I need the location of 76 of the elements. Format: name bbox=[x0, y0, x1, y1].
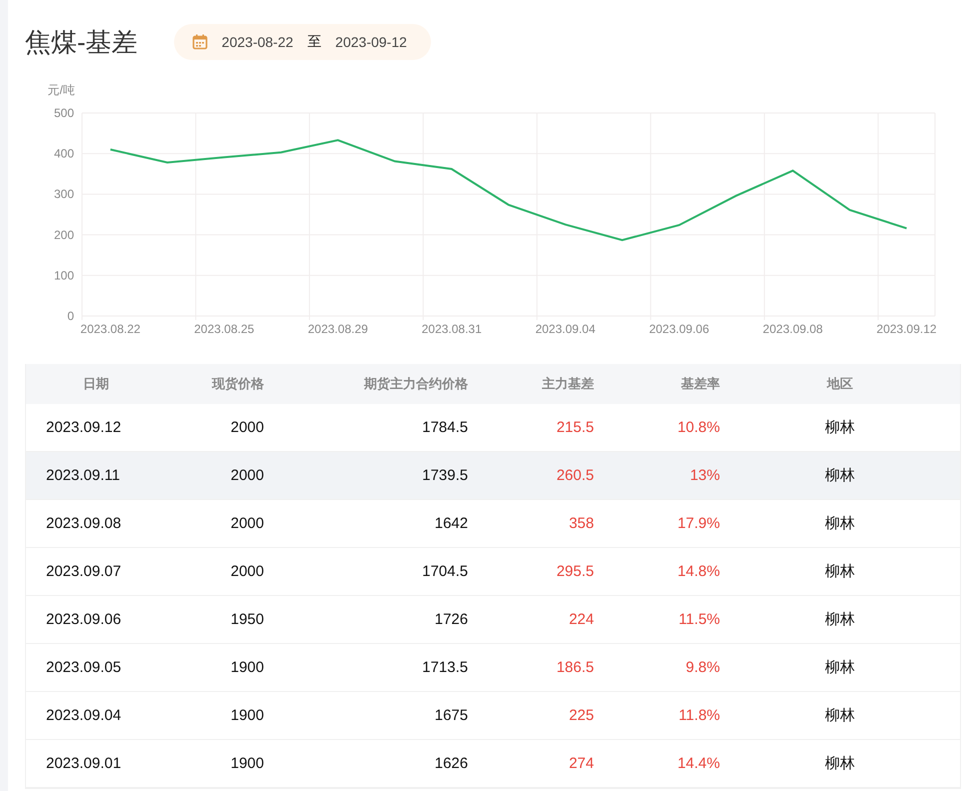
start-date: 2023-08-22 bbox=[222, 34, 294, 50]
table-cell-text: 13% bbox=[688, 467, 720, 484]
table-cell-text: 1642 bbox=[434, 515, 468, 532]
table-cell-text: 2023.09.06 bbox=[46, 611, 122, 628]
column-header: 基差率 bbox=[680, 375, 720, 393]
end-date: 2023-09-12 bbox=[335, 34, 407, 50]
table-cell-text: 186.5 bbox=[555, 659, 594, 676]
table-cell-text: 2023.09.08 bbox=[46, 515, 122, 532]
column-header: 日期 bbox=[82, 375, 110, 393]
x-tick-label: 2023.09.12 bbox=[876, 322, 937, 336]
x-tick-label: 2023.09.08 bbox=[762, 322, 823, 336]
calendar-icon bbox=[192, 34, 208, 50]
y-tick-label: 200 bbox=[54, 228, 74, 242]
table-cell-text: 1900 bbox=[230, 755, 264, 772]
y-tick-label: 0 bbox=[67, 309, 74, 323]
table-cell-text: 11.5% bbox=[678, 611, 720, 628]
table-cell-text: 柳林 bbox=[824, 658, 856, 677]
table-cell-text: 2000 bbox=[230, 467, 264, 484]
table-cell-text: 柳林 bbox=[824, 610, 856, 629]
table-cell-text: 2023.09.12 bbox=[46, 419, 122, 436]
table-cell-text: 14.8% bbox=[676, 563, 720, 580]
table-cell-text: 2023.09.04 bbox=[46, 707, 122, 724]
table-cell-text: 11.8% bbox=[678, 707, 720, 724]
table-cell-text: 柳林 bbox=[824, 754, 856, 773]
table-cell-text: 14.4% bbox=[676, 755, 720, 772]
x-tick-label: 2023.08.29 bbox=[308, 322, 368, 336]
table-cell-text: 1713.5 bbox=[421, 659, 468, 676]
column-header: 现货价格 bbox=[210, 375, 264, 393]
axis-unit: 元/吨 bbox=[48, 83, 75, 97]
table-cell-text: 2000 bbox=[230, 563, 264, 580]
y-tick-label: 400 bbox=[54, 146, 74, 161]
table-cell-text: 1726 bbox=[434, 611, 468, 628]
table-cell-text: 1626 bbox=[434, 755, 468, 772]
table-cell-text: 1900 bbox=[230, 707, 264, 724]
table-cell-text: 柳林 bbox=[824, 562, 856, 581]
table-cell-text: 10.8% bbox=[676, 419, 720, 436]
table-cell-text: 17.9% bbox=[676, 515, 720, 532]
date-range-picker[interactable]: 2023-08-22 至 2023-09-12 bbox=[174, 24, 431, 60]
page-title: 焦煤-基差 bbox=[25, 26, 138, 58]
column-header: 主力基差 bbox=[541, 375, 594, 393]
x-tick-label: 2023.09.06 bbox=[649, 322, 710, 336]
table-cell-text: 295.5 bbox=[555, 563, 594, 580]
table-row[interactable]: 2023.09.11 2000 1739.5 260.5 13% 柳林 bbox=[26, 452, 960, 500]
table-cell-text: 2000 bbox=[230, 419, 264, 436]
x-tick-label: 2023.09.04 bbox=[535, 322, 596, 336]
y-tick-label: 500 bbox=[54, 106, 74, 120]
y-tick-label: 100 bbox=[54, 268, 74, 282]
table-cell-text: 1950 bbox=[230, 611, 264, 628]
column-header: 期货主力合约价格 bbox=[363, 375, 468, 393]
x-tick-label: 2023.08.25 bbox=[194, 322, 254, 336]
table-cell-text: 2023.09.07 bbox=[46, 563, 122, 580]
table-cell-text: 2023.09.05 bbox=[46, 659, 122, 676]
table-cell-text: 柳林 bbox=[824, 418, 856, 437]
table-cell-text: 1900 bbox=[230, 659, 264, 676]
table-cell-text: 柳林 bbox=[824, 706, 856, 725]
table-cell-text: 215.5 bbox=[555, 419, 594, 436]
x-tick-label: 2023.08.22 bbox=[80, 322, 140, 336]
table-cell-text: 225 bbox=[568, 707, 594, 724]
table-cell-text: 9.8% bbox=[684, 659, 720, 676]
table-cell-text: 274 bbox=[568, 755, 594, 772]
table-cell-text: 1784.5 bbox=[421, 419, 468, 436]
table-cell-text: 柳林 bbox=[824, 466, 856, 485]
table-cell-text: 224 bbox=[568, 611, 594, 628]
y-tick-label: 300 bbox=[54, 187, 74, 202]
table-cell-text: 358 bbox=[568, 515, 594, 532]
table-cell-text: 1675 bbox=[434, 707, 468, 724]
table-cell-text: 260.5 bbox=[555, 467, 594, 484]
table-cell-text: 2000 bbox=[230, 515, 264, 532]
table-cell-text: 1739.5 bbox=[421, 467, 468, 484]
table-cell-text: 柳林 bbox=[824, 514, 856, 533]
table-cell-text: 1704.5 bbox=[421, 563, 468, 580]
table-cell-text: 2023.09.01 bbox=[46, 755, 122, 772]
table-cell-text: 2023.09.11 bbox=[46, 467, 121, 484]
x-tick-label: 2023.08.31 bbox=[422, 322, 482, 336]
column-header: 地区 bbox=[826, 375, 854, 393]
range-separator: 至 bbox=[307, 33, 322, 51]
